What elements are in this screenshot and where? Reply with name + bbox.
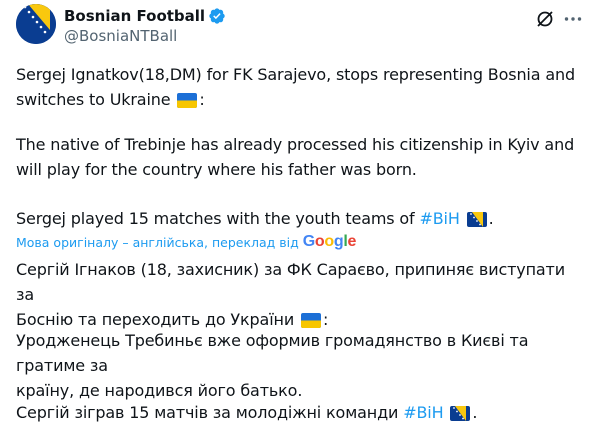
grok-icon[interactable] [534,8,556,30]
tweet-translated-p1: Сергій Ігнаков (18, захисник) за ФК Сара… [16,260,565,329]
google-logo: Google [302,233,357,250]
display-name[interactable]: Bosnian Football [64,7,205,25]
more-icon[interactable] [562,8,584,30]
tweet-original-p3: Sergej played 15 matches with the youth … [16,209,494,228]
hashtag-bih[interactable]: #BiH [419,209,459,228]
tweet-original-p1: Sergej Ignatkov(18,DM) for FK Sarajevo, … [16,65,575,109]
ukraine-flag-icon [177,93,198,108]
handle[interactable]: @BosniaNTBall [64,27,177,45]
hashtag-bih[interactable]: #BiH [403,403,443,422]
bosnia-flag-icon [450,406,471,421]
tweet: Bosnian Football @BosniaNTBall Sergej Ig… [0,0,597,425]
tweet-translated-p3: Сергій зіграв 15 матчів за молодіжні ком… [16,403,478,422]
avatar[interactable] [16,4,56,44]
translation-note[interactable]: Мова оригіналу – англійська, переклад ві… [16,233,356,251]
translation-note-label: Мова оригіналу – англійська, переклад ві… [16,234,299,250]
bosnia-flag-icon [466,212,487,227]
tweet-translated-p2: Уродженець Требиньє вже оформив громадян… [16,331,529,400]
tweet-original-p2: The native of Trebinje has already proce… [16,135,575,179]
ukraine-flag-icon [301,313,321,328]
verified-badge-icon [208,7,226,25]
bosnia-flag-avatar-icon [16,4,56,44]
